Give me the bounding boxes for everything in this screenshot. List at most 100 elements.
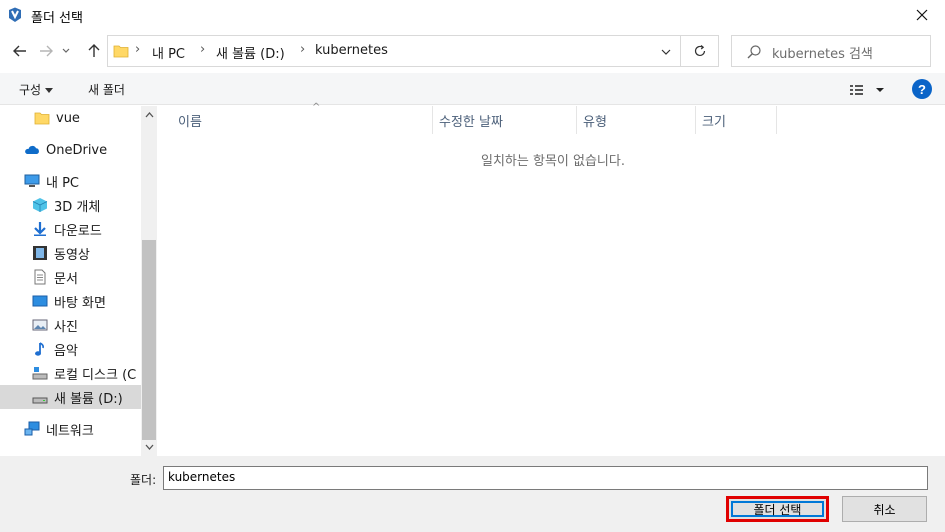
chevron-down-icon	[661, 49, 671, 55]
arrow-up-icon	[88, 44, 100, 57]
chevron-down-icon	[145, 444, 153, 450]
column-header-label: 크기	[702, 114, 726, 130]
nav-item-volume-d[interactable]: 새 볼륨 (D:)	[0, 385, 141, 409]
nav-item-desktop[interactable]: 바탕 화면	[0, 289, 141, 313]
nav-item-onedrive[interactable]: OneDrive	[0, 138, 141, 162]
picture-icon	[32, 317, 48, 333]
download-icon	[32, 221, 48, 237]
column-header-label: 이름	[178, 114, 202, 130]
search-icon	[747, 45, 761, 59]
document-icon	[32, 269, 48, 285]
arrow-right-icon	[40, 45, 53, 57]
nav-item-downloads[interactable]: 다운로드	[0, 217, 141, 241]
window-title: 폴더 선택	[31, 11, 83, 26]
select-folder-button[interactable]: 폴더 선택	[726, 496, 829, 522]
video-icon	[32, 245, 48, 261]
nav-label: vue	[56, 110, 80, 126]
nav-scrollbar[interactable]	[141, 106, 157, 456]
organize-label: 구성	[19, 83, 42, 97]
recent-locations-button[interactable]	[58, 39, 74, 63]
details-view-icon	[850, 85, 884, 95]
nav-item-music[interactable]: 음악	[0, 337, 141, 361]
chevron-up-icon	[145, 112, 153, 118]
empty-message: 일치하는 항목이 없습니다.	[481, 154, 625, 169]
address-dropdown-button[interactable]	[656, 42, 676, 62]
nav-label: 동영상	[54, 247, 90, 263]
help-button[interactable]: ?	[912, 79, 932, 99]
refresh-icon	[694, 45, 705, 57]
chevron-right-icon: ›	[300, 42, 306, 57]
navigation-pane: vue OneDrive 내 PC 3D 개체 다운로드 동영상 문서 바탕 화…	[0, 106, 157, 456]
cube-icon	[32, 197, 48, 213]
refresh-button[interactable]	[681, 35, 719, 67]
nav-label: 사진	[54, 319, 78, 335]
nav-item-this-pc[interactable]: 내 PC	[0, 169, 141, 193]
nav-label: 새 볼륨 (D:)	[54, 391, 123, 407]
search-box[interactable]: kubernetes 검색	[731, 35, 931, 67]
chevron-right-icon: ›	[200, 42, 206, 57]
drive-icon	[32, 389, 48, 405]
command-bar: 구성 새 폴더	[0, 73, 945, 105]
title-bar: 폴더 선택	[0, 0, 945, 30]
nav-label: 3D 개체	[54, 199, 101, 215]
column-header-label: 유형	[583, 114, 607, 130]
desktop-icon	[32, 293, 48, 309]
nav-item-local-disk-c[interactable]: 로컬 디스크 (C	[0, 361, 141, 385]
scroll-down-button[interactable]	[141, 438, 157, 456]
arrow-left-icon	[13, 45, 26, 57]
chevron-down-icon	[62, 48, 70, 53]
folder-field-label: 폴더:	[130, 473, 157, 487]
caret-down-icon	[45, 88, 54, 93]
music-icon	[32, 341, 48, 357]
folder-icon	[34, 110, 50, 126]
close-button[interactable]	[899, 0, 945, 30]
column-header-date-modified[interactable]: 수정한 날짜	[433, 106, 577, 134]
nav-label: 네트워크	[46, 423, 94, 439]
nav-label: 내 PC	[46, 175, 80, 191]
organize-menu[interactable]: 구성	[19, 81, 54, 98]
app-icon	[9, 7, 21, 22]
close-icon	[916, 9, 928, 21]
column-header-label: 수정한 날짜	[439, 114, 503, 130]
select-folder-label: 폴더 선택	[753, 502, 802, 517]
network-icon	[24, 421, 40, 437]
back-button[interactable]	[8, 39, 32, 63]
up-button[interactable]	[82, 39, 106, 63]
computer-icon	[24, 173, 40, 189]
drive-icon	[32, 365, 48, 381]
search-placeholder: kubernetes 검색	[772, 47, 873, 62]
column-header-size[interactable]: 크기	[696, 106, 777, 134]
breadcrumb-kubernetes[interactable]: kubernetes	[315, 43, 388, 58]
nav-item-videos[interactable]: 동영상	[0, 241, 141, 265]
file-list[interactable]: ^ 이름 수정한 날짜 유형 크기 일치하는 항목이 없습니다.	[158, 102, 945, 456]
breadcrumb-this-pc[interactable]: 내 PC	[152, 43, 185, 62]
cancel-button[interactable]: 취소	[842, 496, 927, 522]
sort-ascending-icon: ^	[312, 102, 321, 113]
cloud-icon	[24, 142, 40, 158]
nav-label: OneDrive	[46, 142, 108, 158]
column-header-type[interactable]: 유형	[577, 106, 696, 134]
nav-label: 바탕 화면	[54, 295, 106, 311]
view-options-button[interactable]	[848, 81, 888, 99]
nav-label: 로컬 디스크 (C	[54, 367, 137, 383]
new-folder-button[interactable]: 새 폴더	[88, 81, 125, 98]
chevron-right-icon: ›	[135, 42, 141, 57]
forward-button[interactable]	[34, 39, 58, 63]
folder-name-input[interactable]: kubernetes	[163, 466, 928, 490]
nav-item-vue[interactable]: vue	[0, 106, 141, 130]
nav-item-documents[interactable]: 문서	[0, 265, 141, 289]
nav-item-3d-objects[interactable]: 3D 개체	[0, 193, 141, 217]
folder-icon	[113, 45, 129, 58]
scroll-up-button[interactable]	[141, 106, 157, 124]
column-header-name[interactable]: ^ 이름	[172, 102, 433, 134]
nav-item-network[interactable]: 네트워크	[0, 417, 141, 441]
scroll-thumb[interactable]	[142, 240, 156, 440]
nav-label: 문서	[54, 271, 78, 287]
cancel-label: 취소	[873, 502, 896, 517]
nav-item-pictures[interactable]: 사진	[0, 313, 141, 337]
breadcrumb-volume-d[interactable]: 새 볼륨 (D:)	[216, 43, 285, 62]
footer-panel: 폴더: kubernetes 폴더 선택 취소	[0, 456, 945, 532]
nav-label: 다운로드	[54, 223, 102, 239]
address-bar[interactable]: › 내 PC › 새 볼륨 (D:) › kubernetes	[107, 35, 681, 67]
nav-label: 음악	[54, 343, 78, 359]
